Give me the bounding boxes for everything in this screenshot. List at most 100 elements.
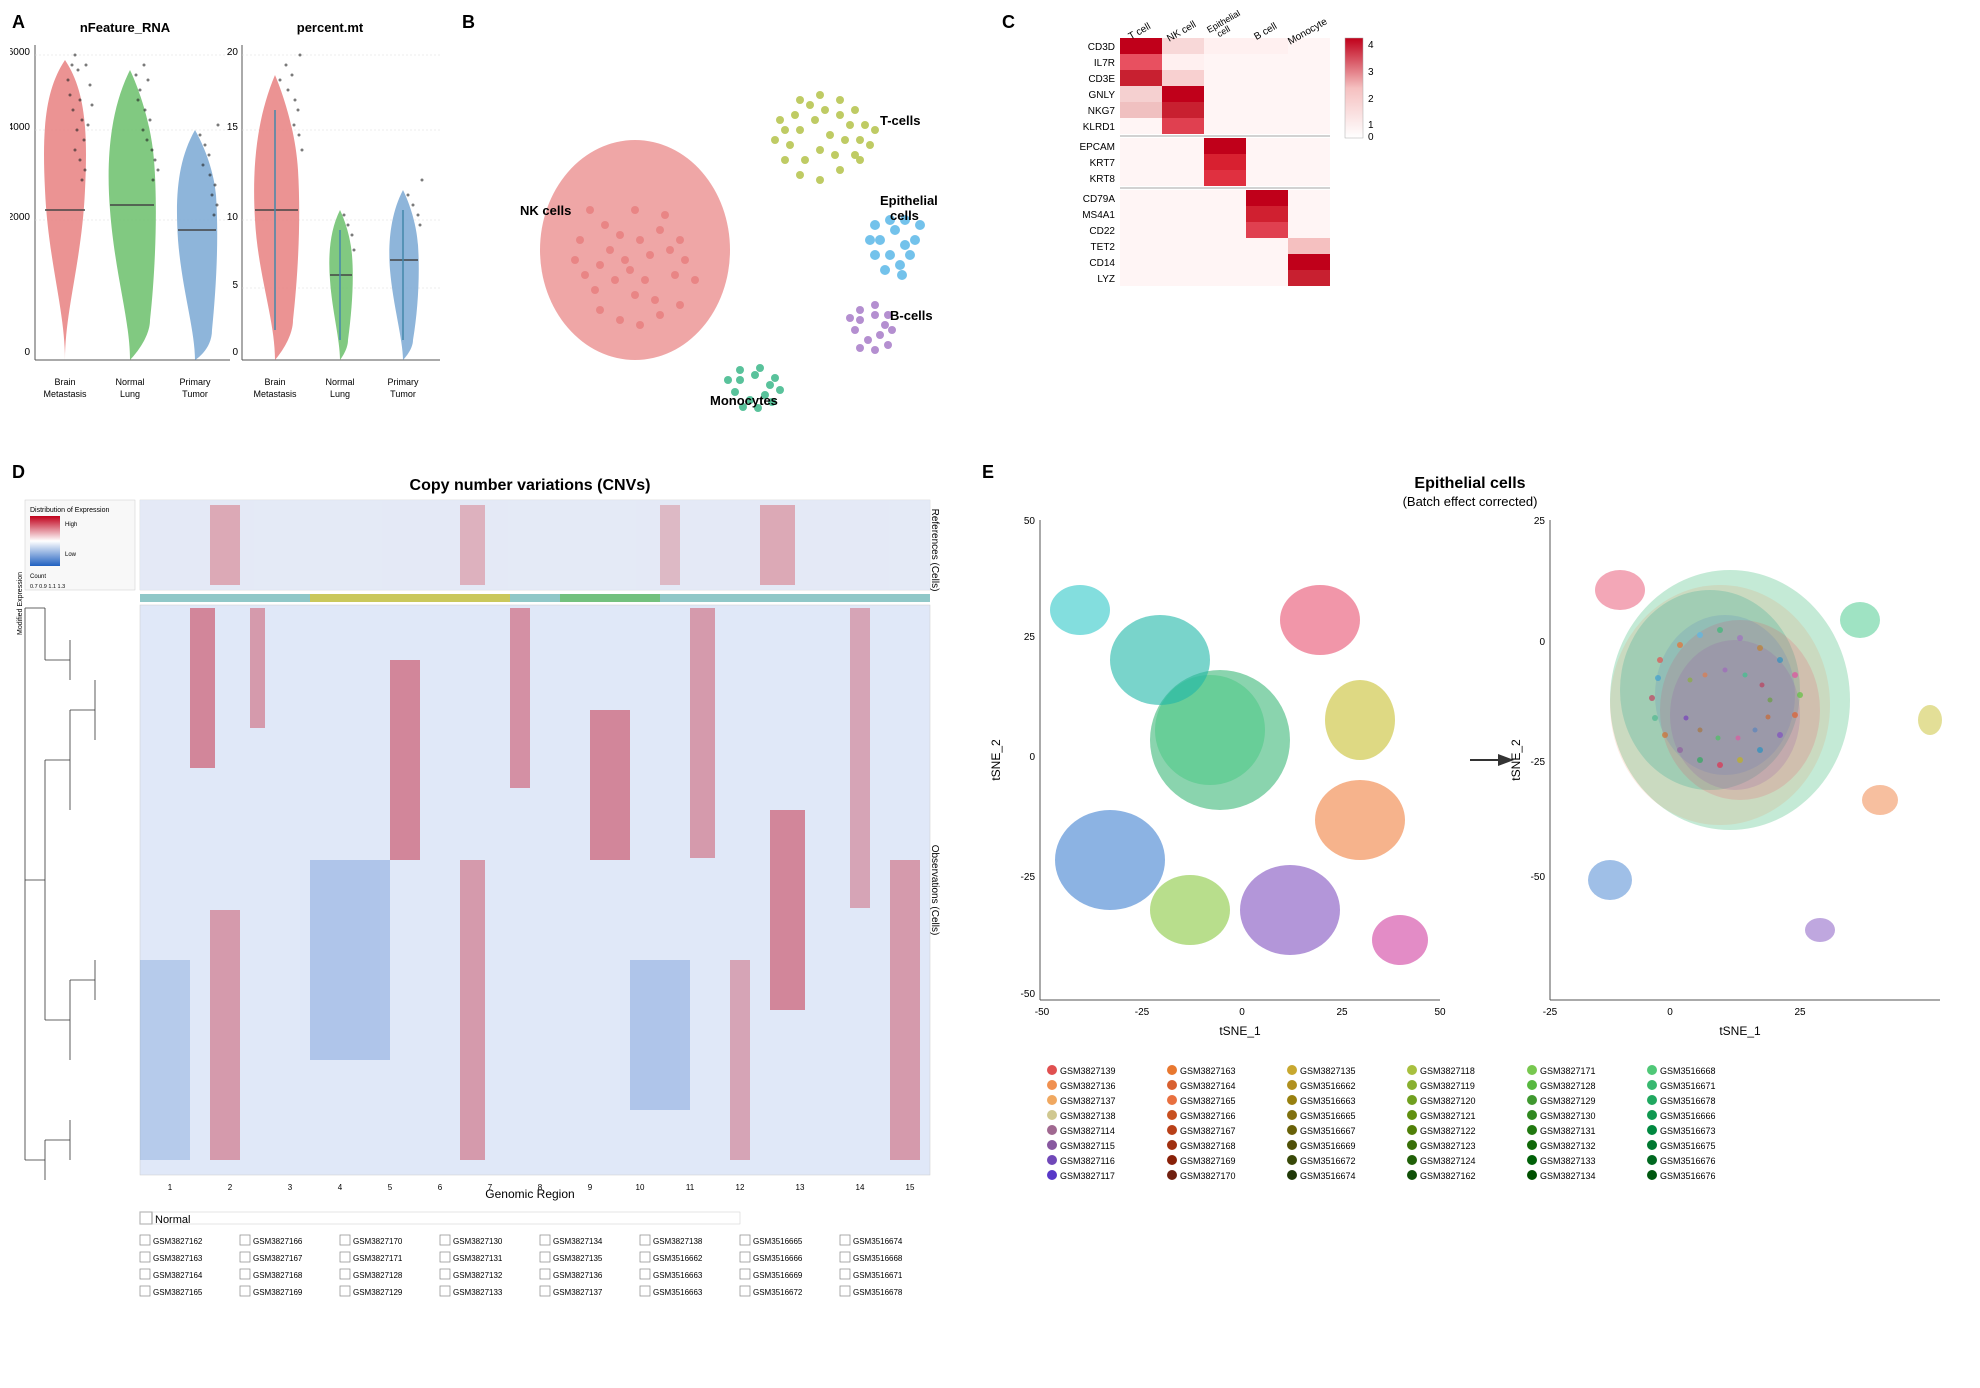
svg-text:GSM3827136: GSM3827136 (553, 1271, 603, 1280)
svg-text:GSM3827138: GSM3827138 (653, 1237, 703, 1246)
svg-text:GSM3827171: GSM3827171 (353, 1254, 403, 1263)
heatmap-cell (1246, 138, 1288, 154)
violin-brain-2 (254, 75, 299, 360)
chr-markers: 1 2 3 4 5 6 7 8 9 10 11 12 13 14 15 (168, 1183, 915, 1192)
svg-text:GSM3827170: GSM3827170 (1180, 1171, 1236, 1181)
heatmap-cell (1120, 206, 1162, 222)
svg-text:GSM3827137: GSM3827137 (553, 1288, 603, 1297)
heatmap-cell (1120, 86, 1162, 102)
heatmap-cell (1204, 254, 1246, 270)
svg-text:GSM3516678: GSM3516678 (853, 1288, 903, 1297)
svg-text:GSM3827117: GSM3827117 (1060, 1171, 1115, 1181)
svg-text:GSM3827124: GSM3827124 (1420, 1156, 1476, 1166)
svg-text:GSM3827131: GSM3827131 (453, 1254, 503, 1263)
svg-text:GSM3827135: GSM3827135 (1300, 1066, 1356, 1076)
heatmap-cell (1288, 170, 1330, 186)
heatmap-cell (1204, 270, 1246, 286)
heatmap-cell (1288, 190, 1330, 206)
plot1-title: nFeature_RNA (80, 20, 171, 35)
gene-label: CD22 (1089, 226, 1115, 237)
gene-label: MS4A1 (1082, 210, 1115, 221)
heatmap-cell (1246, 190, 1288, 206)
heatmap-cell (1204, 238, 1246, 254)
svg-text:GSM3827163: GSM3827163 (1180, 1066, 1236, 1076)
heatmap-cell (1204, 86, 1246, 102)
heatmap-cell (1120, 118, 1162, 134)
epithelial-subtitle: (Batch effect corrected) (1403, 494, 1538, 509)
heatmap-cell (1120, 222, 1162, 238)
panel-a: nFeature_RNA percent.mt 6000 4000 2000 0 (10, 10, 450, 440)
heatmap-cell (1204, 102, 1246, 118)
svg-text:15: 15 (227, 122, 239, 133)
gene-label: KLRD1 (1083, 122, 1116, 133)
heatmap-cell (1162, 270, 1204, 286)
violin-normal-2 (329, 210, 352, 360)
heatmap-cell (1246, 170, 1288, 186)
sample-color-bar-1 (140, 594, 930, 602)
tcells-dots (771, 91, 879, 184)
heatmap-cell (1288, 54, 1330, 70)
svg-text:11: 11 (686, 1183, 695, 1192)
x-val-07: 0.7 0.9 1.1 1.3 (30, 584, 65, 590)
heatmap-cell (1288, 254, 1330, 270)
epithelial-label: Epithelial (880, 193, 938, 208)
panel-b: T-cells NK cells Epithelial cells B-cell… (460, 10, 990, 440)
left-cluster-2 (1110, 615, 1210, 705)
svg-text:GSM3827165: GSM3827165 (1180, 1096, 1236, 1106)
heatmap-cell (1246, 86, 1288, 102)
heatmap-cell (1120, 38, 1162, 54)
panel-e: Epithelial cells (Batch effect corrected… (980, 460, 1970, 1320)
obs-label: Observations (Cells) (929, 845, 940, 936)
genomic-region-label: Genomic Region (485, 1187, 574, 1201)
heatmap-cell (1204, 38, 1246, 54)
left-cluster-6 (1240, 865, 1340, 955)
heatmap-cell (1162, 238, 1204, 254)
panel-d: Copy number variations (CNVs) Distributi… (10, 460, 970, 1320)
violin-tumor-1 (177, 130, 217, 360)
svg-text:GSM3516674: GSM3516674 (1300, 1171, 1356, 1181)
svg-text:12: 12 (736, 1183, 745, 1192)
gene-label: CD14 (1089, 258, 1115, 269)
svg-text:GSM3827131: GSM3827131 (1540, 1126, 1596, 1136)
heatmap-cell (1288, 138, 1330, 154)
heatmap-cell (1204, 222, 1246, 238)
count-label: Count (30, 574, 46, 580)
violin-plots-svg: nFeature_RNA percent.mt 6000 4000 2000 0 (10, 10, 450, 430)
svg-text:GSM3827171: GSM3827171 (1540, 1066, 1596, 1076)
left-cluster-5 (1055, 810, 1165, 910)
svg-text:GSM3827168: GSM3827168 (253, 1271, 303, 1280)
svg-text:GSM3516678: GSM3516678 (1660, 1096, 1716, 1106)
right-main-cluster (1610, 570, 1850, 830)
svg-text:GSM3827130: GSM3827130 (453, 1237, 503, 1246)
svg-text:Primary: Primary (388, 377, 419, 387)
heatmap-cell (1246, 118, 1288, 134)
gene-label: EPCAM (1079, 142, 1115, 153)
legend-val-3: 3 (1368, 67, 1374, 78)
heatmap-cell (1162, 70, 1204, 86)
svg-text:13: 13 (796, 1183, 805, 1192)
svg-text:GSM3516662: GSM3516662 (1300, 1081, 1356, 1091)
heatmap-cell (1246, 206, 1288, 222)
svg-text:GSM3516672: GSM3516672 (753, 1288, 803, 1297)
heatmap-cell (1162, 190, 1204, 206)
heatmap-cell (1162, 154, 1204, 170)
heatmap-cell (1162, 254, 1204, 270)
heatmap-cell (1246, 254, 1288, 270)
heatmap-cell (1246, 102, 1288, 118)
svg-text:GSM3827167: GSM3827167 (1180, 1126, 1236, 1136)
svg-text:Brain: Brain (54, 377, 75, 387)
heatmap-cell (1204, 190, 1246, 206)
gene-label: TET2 (1091, 242, 1116, 253)
nkcells-label: NK cells (520, 203, 571, 218)
svg-text:GSM3827116: GSM3827116 (1060, 1156, 1115, 1166)
svg-text:GSM3827162: GSM3827162 (153, 1237, 203, 1246)
heatmap-cell (1288, 86, 1330, 102)
legend-val-2: 2 (1368, 94, 1374, 105)
svg-text:-25: -25 (1543, 1007, 1558, 1018)
heatmap-cell (1288, 222, 1330, 238)
gene-label: KRT7 (1090, 158, 1116, 169)
svg-text:10: 10 (636, 1183, 645, 1192)
heatmap-cell (1120, 102, 1162, 118)
svg-text:Tumor: Tumor (390, 389, 416, 399)
svg-text:-50: -50 (1021, 989, 1036, 1000)
